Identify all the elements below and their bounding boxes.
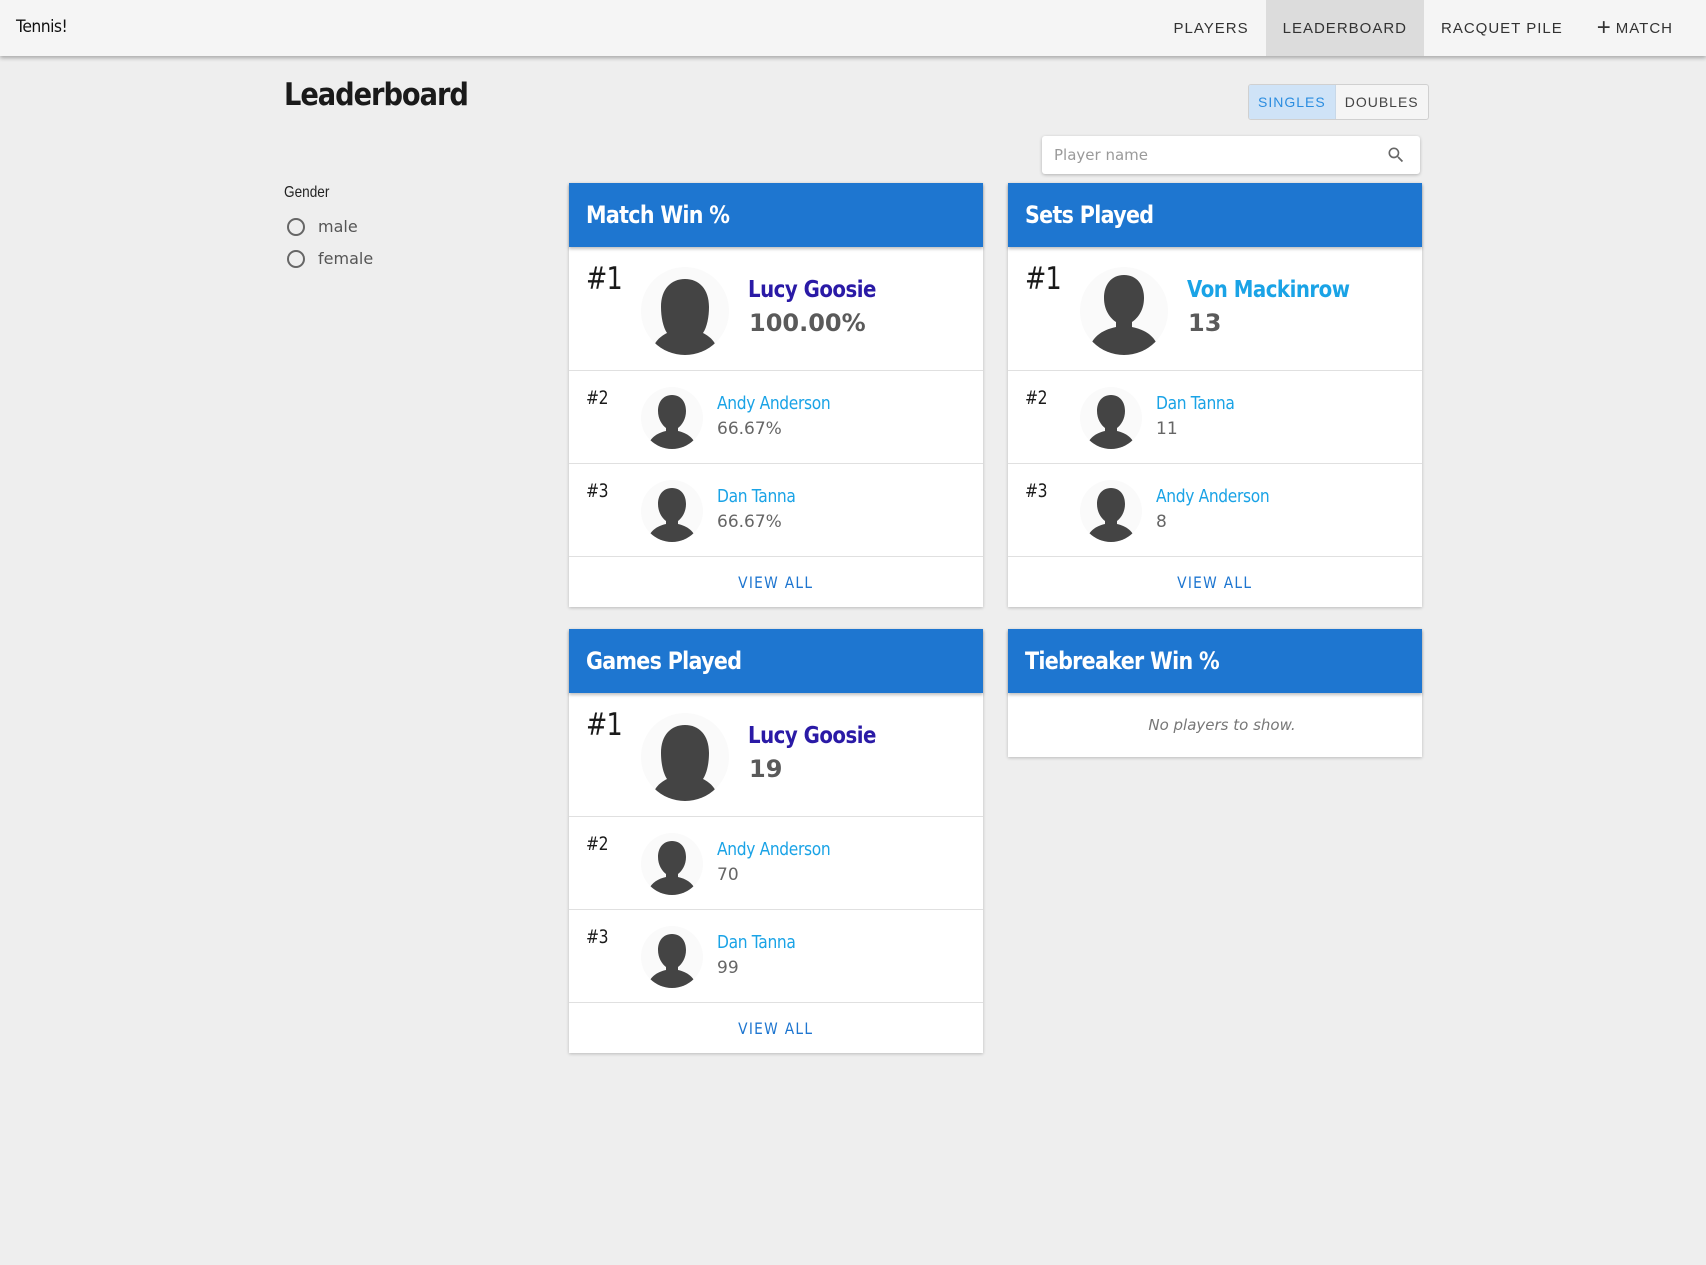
nav-add-match[interactable]: + MATCH — [1580, 0, 1690, 56]
female-avatar-icon — [641, 713, 729, 801]
main-nav: PLAYERS LEADERBOARD RACQUET PILE + MATCH — [1157, 0, 1706, 56]
male-avatar-icon — [641, 926, 703, 988]
rank-label: #1 — [586, 261, 623, 297]
stat-value: 66.67% — [717, 512, 782, 532]
leaderboard-entry: #3 Dan Tanna 99 — [569, 910, 983, 1003]
view-all-button[interactable]: VIEW ALL — [569, 1003, 983, 1053]
player-name-link[interactable]: Andy Anderson — [717, 839, 831, 860]
male-avatar-icon — [641, 387, 703, 449]
view-all-label: VIEW ALL — [738, 572, 814, 592]
leaderboard-entry: #3 Dan Tanna 66.67% — [569, 464, 983, 557]
gender-radio-male[interactable]: male — [287, 217, 358, 236]
male-avatar-icon — [1080, 480, 1142, 542]
card-header: Games Played — [569, 629, 983, 693]
page-title: Leaderboard — [284, 77, 469, 113]
player-search — [1042, 136, 1420, 174]
radio-circle-icon[interactable] — [287, 217, 305, 236]
card-title: Match Win % — [586, 201, 730, 229]
player-name-link[interactable]: Andy Anderson — [717, 393, 831, 414]
stat-value: 70 — [717, 865, 739, 885]
rank-label: #1 — [586, 707, 623, 743]
stat-value: 99 — [717, 958, 739, 978]
male-avatar-icon — [641, 480, 703, 542]
radio-label-female: female — [318, 249, 374, 268]
view-all-button[interactable]: VIEW ALL — [1008, 557, 1422, 607]
leaderboard-card-sets-played: Sets Played #1 Von Mackinrow 13 #2 Dan T… — [1008, 183, 1422, 607]
card-header: Tiebreaker Win % — [1008, 629, 1422, 693]
rank-label: #3 — [1025, 480, 1048, 502]
leaderboard-entry: #3 Andy Anderson 8 — [1008, 464, 1422, 557]
player-name-link[interactable]: Dan Tanna — [717, 932, 796, 953]
nav-leaderboard[interactable]: LEADERBOARD — [1265, 0, 1424, 56]
leaderboard-card-tiebreaker-win: Tiebreaker Win % No players to show. — [1008, 629, 1422, 757]
card-header: Sets Played — [1008, 183, 1422, 247]
mode-toggle: SINGLES DOUBLES — [1248, 84, 1429, 120]
nav-add-match-label: MATCH — [1615, 19, 1673, 37]
card-header: Match Win % — [569, 183, 983, 247]
radio-circle-icon[interactable] — [287, 249, 305, 268]
doubles-toggle-button[interactable]: DOUBLES — [1336, 85, 1428, 119]
card-title: Sets Played — [1025, 201, 1154, 229]
leaderboard-entry: #2 Andy Anderson 66.67% — [569, 371, 983, 464]
app-bar: Tennis! PLAYERS LEADERBOARD RACQUET PILE… — [0, 0, 1706, 56]
gender-filter-label: Gender — [284, 184, 330, 201]
stat-value: 13 — [1188, 309, 1222, 337]
rank-label: #2 — [586, 387, 609, 409]
male-avatar-icon — [1080, 267, 1168, 355]
player-name-link[interactable]: Dan Tanna — [717, 486, 796, 507]
view-all-label: VIEW ALL — [1177, 572, 1253, 592]
app-title[interactable]: Tennis! — [16, 17, 68, 37]
stat-value: 100.00% — [749, 309, 866, 337]
singles-toggle-button[interactable]: SINGLES — [1249, 85, 1336, 119]
leaderboard-entry: #1 Lucy Goosie 19 — [569, 693, 983, 817]
leaderboard-entry: #2 Andy Anderson 70 — [569, 817, 983, 910]
nav-players[interactable]: PLAYERS — [1157, 0, 1266, 56]
player-name-link[interactable]: Von Mackinrow — [1187, 277, 1350, 303]
rank-label: #3 — [586, 480, 609, 502]
gender-radio-female[interactable]: female — [287, 249, 373, 268]
rank-label: #2 — [586, 833, 609, 855]
stat-value: 8 — [1156, 512, 1167, 532]
leaderboard-card-match-win: Match Win % #1 Lucy Goosie 100.00% #2 An… — [569, 183, 983, 607]
player-name-link[interactable]: Andy Anderson — [1156, 486, 1270, 507]
rank-label: #2 — [1025, 387, 1048, 409]
view-all-label: VIEW ALL — [738, 1018, 814, 1038]
leaderboard-card-games-played: Games Played #1 Lucy Goosie 19 #2 Andy A… — [569, 629, 983, 1053]
rank-label: #1 — [1025, 261, 1062, 297]
male-avatar-icon — [641, 833, 703, 895]
rank-label: #3 — [586, 926, 609, 948]
male-avatar-icon — [1080, 387, 1142, 449]
radio-label-male: male — [318, 217, 358, 236]
leaderboard-entry: #1 Lucy Goosie 100.00% — [569, 247, 983, 371]
stat-value: 66.67% — [717, 419, 782, 439]
leaderboard-entry: #1 Von Mackinrow 13 — [1008, 247, 1422, 371]
view-all-button[interactable]: VIEW ALL — [569, 557, 983, 607]
nav-racquet-pile[interactable]: RACQUET PILE — [1424, 0, 1580, 56]
stat-value: 19 — [749, 755, 783, 783]
player-name-link[interactable]: Lucy Goosie — [748, 277, 876, 303]
player-name-link[interactable]: Dan Tanna — [1156, 393, 1235, 414]
plus-icon: + — [1596, 14, 1612, 41]
card-title: Games Played — [586, 647, 742, 675]
player-search-input[interactable] — [1054, 136, 1374, 174]
stat-value: 11 — [1156, 419, 1178, 439]
female-avatar-icon — [641, 267, 729, 355]
empty-state-message: No players to show. — [1148, 716, 1296, 734]
card-title: Tiebreaker Win % — [1025, 647, 1220, 675]
player-name-link[interactable]: Lucy Goosie — [748, 723, 876, 749]
search-icon[interactable] — [1386, 145, 1406, 165]
leaderboard-entry: #2 Dan Tanna 11 — [1008, 371, 1422, 464]
